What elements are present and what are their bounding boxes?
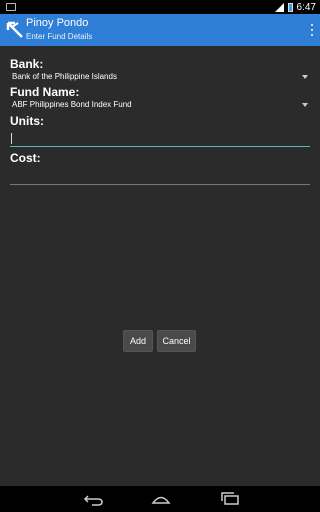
app-logo-icon[interactable] [6, 21, 24, 39]
app-subtitle: Enter Fund Details [26, 32, 93, 41]
cost-input[interactable] [10, 169, 310, 185]
action-bar: Pinoy Pondo Enter Fund Details [0, 14, 320, 46]
dropdown-caret-icon [302, 103, 308, 107]
clock: 6:47 [296, 1, 316, 13]
app-title: Pinoy Pondo [26, 17, 89, 29]
bank-label: Bank: [10, 57, 44, 71]
text-cursor [11, 133, 12, 144]
dropdown-caret-icon [302, 75, 308, 79]
bank-value: Bank of the Philippine Islands [12, 72, 117, 81]
notification-icon [6, 3, 16, 11]
fund-name-spinner[interactable]: ABF Philippines Bond Index Fund [10, 98, 310, 112]
units-input[interactable] [10, 131, 310, 147]
cost-label: Cost: [10, 151, 41, 165]
add-button[interactable]: Add [123, 330, 153, 352]
cancel-button[interactable]: Cancel [157, 330, 196, 352]
status-bar: 6:47 [0, 0, 320, 14]
fund-name-value: ABF Philippines Bond Index Fund [12, 100, 132, 109]
bank-spinner[interactable]: Bank of the Philippine Islands [10, 70, 310, 84]
overflow-menu-icon[interactable] [310, 24, 314, 36]
units-label: Units: [10, 114, 44, 128]
signal-icon [274, 2, 284, 12]
fund-name-label: Fund Name: [10, 85, 80, 99]
navigation-bar [0, 486, 320, 512]
battery-icon [287, 2, 293, 12]
home-icon[interactable] [150, 492, 172, 506]
recent-apps-icon[interactable] [219, 492, 241, 506]
back-icon[interactable] [82, 492, 104, 506]
